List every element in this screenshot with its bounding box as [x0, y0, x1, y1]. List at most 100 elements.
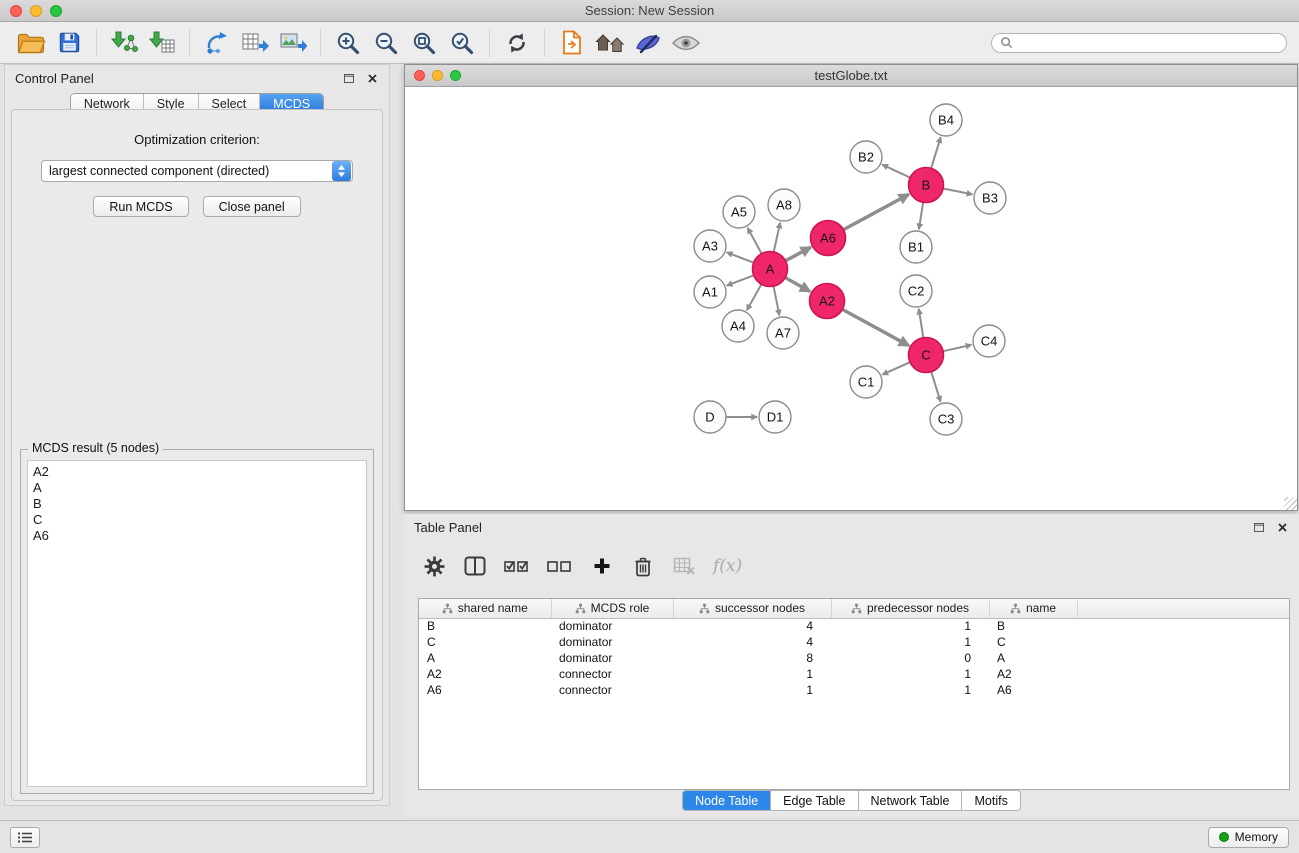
- annotation-mode-button[interactable]: [629, 26, 667, 60]
- graph-edge-A2-C[interactable]: [842, 309, 909, 345]
- save-session-button[interactable]: [50, 26, 88, 60]
- graph-edge-C-C1[interactable]: [882, 362, 910, 374]
- graph-edge-A-A1[interactable]: [727, 275, 754, 285]
- column-header-predecessor-nodes[interactable]: predecessor nodes: [831, 599, 989, 618]
- network-close-button[interactable]: [414, 70, 425, 81]
- deselect-all-button[interactable]: [547, 552, 573, 580]
- run-mcds-button[interactable]: Run MCDS: [93, 196, 188, 217]
- graph-node-A7[interactable]: A7: [767, 317, 799, 349]
- graph-node-C1[interactable]: C1: [850, 366, 882, 398]
- memory-button[interactable]: Memory: [1208, 827, 1289, 848]
- import-table-button[interactable]: [143, 26, 181, 60]
- minimize-window-button[interactable]: [30, 5, 42, 17]
- close-panel-action-button[interactable]: Close panel: [203, 196, 301, 217]
- mcds-result-item[interactable]: C: [33, 512, 361, 528]
- graph-edge-A-A7[interactable]: [774, 286, 780, 315]
- network-from-selection-button[interactable]: [198, 26, 236, 60]
- graph-edge-B-B3[interactable]: [943, 189, 972, 195]
- graph-node-A1[interactable]: A1: [694, 276, 726, 308]
- graph-node-C4[interactable]: C4: [973, 325, 1005, 357]
- table-row[interactable]: Adominator80A: [419, 650, 1289, 666]
- network-canvas-svg[interactable]: B4 B2 B B3 A5 A8 A6 A3 B1 A C2 A1 A2 A4 A7 C4 C C1 C3 D D1: [405, 87, 1297, 510]
- resize-grip[interactable]: [1284, 497, 1297, 510]
- graph-edge-A-A4[interactable]: [747, 284, 762, 310]
- zoom-selected-button[interactable]: [443, 26, 481, 60]
- graph-node-B[interactable]: B: [909, 168, 944, 203]
- graph-edge-A-A6[interactable]: [785, 247, 810, 261]
- open-session-button[interactable]: [12, 26, 50, 60]
- tab-node-table[interactable]: Node Table: [682, 790, 771, 811]
- export-image-button[interactable]: [274, 26, 312, 60]
- select-all-button[interactable]: [504, 552, 530, 580]
- graph-node-C3[interactable]: C3: [930, 403, 962, 435]
- open-file-button[interactable]: [553, 26, 591, 60]
- column-header-shared-name[interactable]: shared name: [419, 599, 551, 618]
- network-canvas[interactable]: B4 B2 B B3 A5 A8 A6 A3 B1 A C2 A1 A2 A4 A7 C4 C C1 C3 D D1: [405, 87, 1297, 510]
- table-row[interactable]: Cdominator41C: [419, 634, 1289, 650]
- zoom-fit-button[interactable]: [405, 26, 443, 60]
- graph-node-D1[interactable]: D1: [759, 401, 791, 433]
- column-header-name[interactable]: name: [989, 599, 1077, 618]
- graph-node-B1[interactable]: B1: [900, 231, 932, 263]
- tab-motifs[interactable]: Motifs: [962, 790, 1020, 811]
- graph-node-B3[interactable]: B3: [974, 182, 1006, 214]
- zoom-in-button[interactable]: [329, 26, 367, 60]
- table-settings-button[interactable]: [422, 552, 446, 580]
- graph-edge-A6-B[interactable]: [843, 194, 908, 229]
- graph-edge-A-A3[interactable]: [727, 252, 754, 262]
- export-table-button[interactable]: [236, 26, 274, 60]
- zoom-out-button[interactable]: [367, 26, 405, 60]
- graph-node-C2[interactable]: C2: [900, 275, 932, 307]
- close-table-panel-button[interactable]: [1275, 520, 1289, 534]
- graph-edge-A-A5[interactable]: [748, 228, 762, 254]
- mcds-result-item[interactable]: B: [33, 496, 361, 512]
- table-row[interactable]: A6connector11A6: [419, 682, 1289, 698]
- tab-edge-table[interactable]: Edge Table: [771, 790, 858, 811]
- add-column-button[interactable]: [590, 552, 614, 580]
- float-table-panel-button[interactable]: [1252, 520, 1266, 534]
- mcds-result-item[interactable]: A6: [33, 528, 361, 544]
- table-row[interactable]: Bdominator41B: [419, 618, 1289, 634]
- graph-node-B4[interactable]: B4: [930, 104, 962, 136]
- graph-node-A2[interactable]: A2: [810, 284, 845, 319]
- graph-edge-A-A8[interactable]: [774, 223, 781, 252]
- close-window-button[interactable]: [10, 5, 22, 17]
- tab-network-table[interactable]: Network Table: [859, 790, 963, 811]
- table-row[interactable]: A2connector11A2: [419, 666, 1289, 682]
- mcds-result-item[interactable]: A: [33, 480, 361, 496]
- graph-node-C[interactable]: C: [909, 338, 944, 373]
- import-network-button[interactable]: [105, 26, 143, 60]
- show-columns-button[interactable]: [463, 552, 487, 580]
- search-input[interactable]: [1018, 36, 1278, 50]
- show-all-networks-button[interactable]: [591, 26, 629, 60]
- network-window-titlebar[interactable]: testGlobe.txt: [405, 65, 1297, 87]
- graph-edge-B-B2[interactable]: [882, 165, 910, 178]
- graph-node-B2[interactable]: B2: [850, 141, 882, 173]
- column-header-mcds-role[interactable]: MCDS role: [551, 599, 673, 618]
- graph-edge-C-C2[interactable]: [919, 309, 924, 338]
- float-panel-button[interactable]: [342, 71, 356, 85]
- graph-node-A4[interactable]: A4: [722, 310, 754, 342]
- graph-edge-B-B1[interactable]: [919, 202, 923, 229]
- graph-edge-C-C3[interactable]: [931, 372, 940, 402]
- graph-node-A3[interactable]: A3: [694, 230, 726, 262]
- zoom-window-button[interactable]: [50, 5, 62, 17]
- graph-node-A6[interactable]: A6: [811, 221, 846, 256]
- graph-node-A8[interactable]: A8: [768, 189, 800, 221]
- show-hide-graphics-button[interactable]: [667, 26, 705, 60]
- network-zoom-button[interactable]: [450, 70, 461, 81]
- mcds-result-item[interactable]: A2: [33, 464, 361, 480]
- close-panel-button[interactable]: [365, 71, 379, 85]
- graph-edge-C-C4[interactable]: [943, 345, 971, 351]
- apply-layout-button[interactable]: [498, 26, 536, 60]
- graph-edge-B-B4[interactable]: [931, 137, 941, 168]
- graph-node-A[interactable]: A: [753, 252, 788, 287]
- show-panels-button[interactable]: [10, 827, 40, 848]
- column-header-successor-nodes[interactable]: successor nodes: [673, 599, 831, 618]
- mcds-result-list[interactable]: A2ABCA6: [27, 460, 367, 787]
- criterion-dropdown[interactable]: largest connected component (directed): [41, 160, 353, 182]
- graph-node-A5[interactable]: A5: [723, 196, 755, 228]
- graph-edge-A-A2[interactable]: [785, 278, 810, 292]
- network-minimize-button[interactable]: [432, 70, 443, 81]
- graph-node-D[interactable]: D: [694, 401, 726, 433]
